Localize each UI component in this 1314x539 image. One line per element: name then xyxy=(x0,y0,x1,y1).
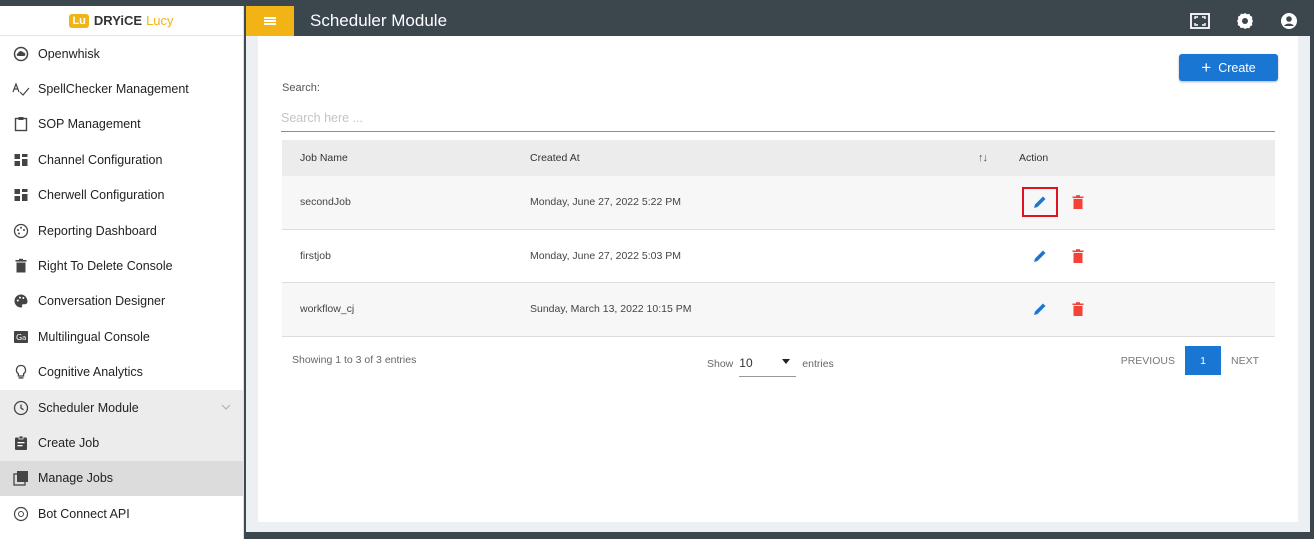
table-row: secondJob Monday, June 27, 2022 5:22 PM xyxy=(282,176,1275,230)
svg-text:a: a xyxy=(22,334,26,342)
right-edge-bar xyxy=(1310,36,1314,532)
table-header: Job Name Created At ↑↓ Action xyxy=(282,140,1275,176)
create-button[interactable]: + Create xyxy=(1179,54,1278,81)
palette-icon xyxy=(12,222,30,240)
table-row: firstjob Monday, June 27, 2022 5:03 PM xyxy=(282,230,1275,284)
sidebar-item-label: Conversation Designer xyxy=(38,294,166,309)
main-content: + Create Search: Job Name Created At ↑↓ … xyxy=(246,36,1310,532)
search-input[interactable] xyxy=(281,104,1275,132)
job-name: workflow_cj xyxy=(300,303,355,316)
logo[interactable]: Lu DRYiCE Lucy xyxy=(0,6,243,36)
sidebar-item-label: Openwhisk xyxy=(38,46,100,61)
sidebar-item-reporting-dashboard[interactable]: Reporting Dashboard xyxy=(0,213,243,248)
delete-icon[interactable] xyxy=(1068,241,1088,271)
job-created-at: Sunday, March 13, 2022 10:15 PM xyxy=(530,303,692,316)
sidebar-item-spellchecker[interactable]: SpellChecker Management xyxy=(0,71,243,106)
sidebar: Lu DRYiCE Lucy Openwhisk SpellChecker Ma… xyxy=(0,6,244,539)
library-icon xyxy=(12,469,30,487)
trash-icon xyxy=(12,257,30,275)
entries-label: entries xyxy=(802,357,834,370)
pagination: PREVIOUS 1 NEXT xyxy=(1121,346,1259,375)
delete-icon[interactable] xyxy=(1068,187,1088,217)
logo-badge: Lu xyxy=(69,13,89,28)
entries-summary: Showing 1 to 3 of 3 entries xyxy=(292,354,417,366)
edit-icon[interactable] xyxy=(1022,294,1058,324)
sidebar-item-label: Right To Delete Console xyxy=(38,259,173,274)
delete-icon[interactable] xyxy=(1068,294,1088,324)
assignment-icon xyxy=(12,434,30,452)
sidebar-item-label: SpellChecker Management xyxy=(38,82,189,97)
page-1-button[interactable]: 1 xyxy=(1184,346,1221,375)
previous-button[interactable]: PREVIOUS xyxy=(1121,355,1175,367)
sidebar-item-label: SOP Management xyxy=(38,117,141,132)
sidebar-item-conversation-designer[interactable]: Conversation Designer xyxy=(0,284,243,319)
dashboard-icon xyxy=(12,151,30,169)
sidebar-item-label: Channel Configuration xyxy=(38,152,163,167)
logo-brand: DRYiCE xyxy=(93,13,143,28)
spellcheck-icon xyxy=(12,80,30,98)
next-button[interactable]: NEXT xyxy=(1231,355,1259,367)
sidebar-item-label: Scheduler Module xyxy=(38,400,139,415)
table-footer: Showing 1 to 3 of 3 entries Show 10 entr… xyxy=(282,340,1275,380)
sidebar-item-label: Reporting Dashboard xyxy=(38,223,157,238)
cloud-icon xyxy=(12,45,30,63)
sidebar-item-sop[interactable]: SOP Management xyxy=(0,107,243,142)
table-row: workflow_cj Sunday, March 13, 2022 10:15… xyxy=(282,283,1275,337)
dropdown-arrow-icon xyxy=(782,359,791,364)
sidebar-item-scheduler-module[interactable]: Scheduler Module xyxy=(0,389,243,426)
page-title: Scheduler Module xyxy=(310,11,448,30)
sidebar-item-label: Manage Jobs xyxy=(38,471,114,486)
create-label: Create xyxy=(1218,60,1256,75)
translate-icon: Ga xyxy=(12,328,30,346)
dashboard-icon xyxy=(12,186,30,204)
sidebar-item-label: Bot Connect API xyxy=(38,506,130,521)
sidebar-item-create-job[interactable]: Create Job xyxy=(0,425,243,461)
page-size-select[interactable]: 10 xyxy=(739,350,797,377)
column-created-at[interactable]: Created At xyxy=(530,152,580,164)
job-created-at: Monday, June 27, 2022 5:03 PM xyxy=(530,249,681,262)
clock-icon xyxy=(12,399,30,417)
sidebar-item-label: Cognitive Analytics xyxy=(38,365,143,380)
plus-icon: + xyxy=(1201,58,1212,77)
edit-icon[interactable] xyxy=(1022,241,1058,271)
sidebar-item-label: Cherwell Configuration xyxy=(38,188,165,203)
fullscreen-icon[interactable] xyxy=(1190,13,1210,29)
menu-button[interactable] xyxy=(246,6,294,36)
sidebar-item-bot-connect-api[interactable]: Bot Connect API xyxy=(0,496,243,531)
page-size-control: Show 10 entries xyxy=(707,350,834,377)
sidebar-item-cognitive-analytics[interactable]: Cognitive Analytics xyxy=(0,355,243,390)
edit-icon[interactable] xyxy=(1022,187,1058,218)
sidebar-item-manage-jobs[interactable]: Manage Jobs xyxy=(0,460,243,497)
jobs-card: + Create Search: Job Name Created At ↑↓ … xyxy=(258,36,1298,522)
palette-icon xyxy=(12,292,30,310)
jobs-table: Job Name Created At ↑↓ Action secondJob … xyxy=(282,140,1275,337)
lightbulb-icon xyxy=(12,363,30,381)
column-job-name[interactable]: Job Name xyxy=(300,152,348,164)
chevron-down-icon[interactable] xyxy=(221,402,231,413)
bottom-bar xyxy=(246,532,1314,539)
hamburger-icon xyxy=(264,17,276,25)
top-header: Scheduler Module xyxy=(246,6,1314,36)
sidebar-item-label: Create Job xyxy=(38,435,100,450)
sidebar-item-multilingual[interactable]: Ga Multilingual Console xyxy=(0,319,243,354)
page-size-value: 10 xyxy=(739,356,753,370)
account-icon[interactable] xyxy=(1280,12,1298,30)
sidebar-item-channel-config[interactable]: Channel Configuration xyxy=(0,142,243,177)
job-created-at: Monday, June 27, 2022 5:22 PM xyxy=(530,196,681,209)
sidebar-item-openwhisk[interactable]: Openwhisk xyxy=(0,36,243,71)
api-icon xyxy=(12,505,30,523)
search-label: Search: xyxy=(282,82,320,94)
job-name: secondJob xyxy=(300,196,351,209)
sidebar-item-label: Multilingual Console xyxy=(38,329,150,344)
sort-icon[interactable]: ↑↓ xyxy=(978,152,988,164)
sidebar-item-cherwell-config[interactable]: Cherwell Configuration xyxy=(0,178,243,213)
clipboard-icon xyxy=(12,115,30,133)
settings-icon[interactable] xyxy=(1236,12,1254,30)
job-name: firstjob xyxy=(300,249,331,262)
show-label: Show xyxy=(707,357,734,370)
sidebar-item-right-to-delete[interactable]: Right To Delete Console xyxy=(0,248,243,283)
column-action: Action xyxy=(1019,152,1049,164)
logo-product: Lucy xyxy=(146,13,174,28)
